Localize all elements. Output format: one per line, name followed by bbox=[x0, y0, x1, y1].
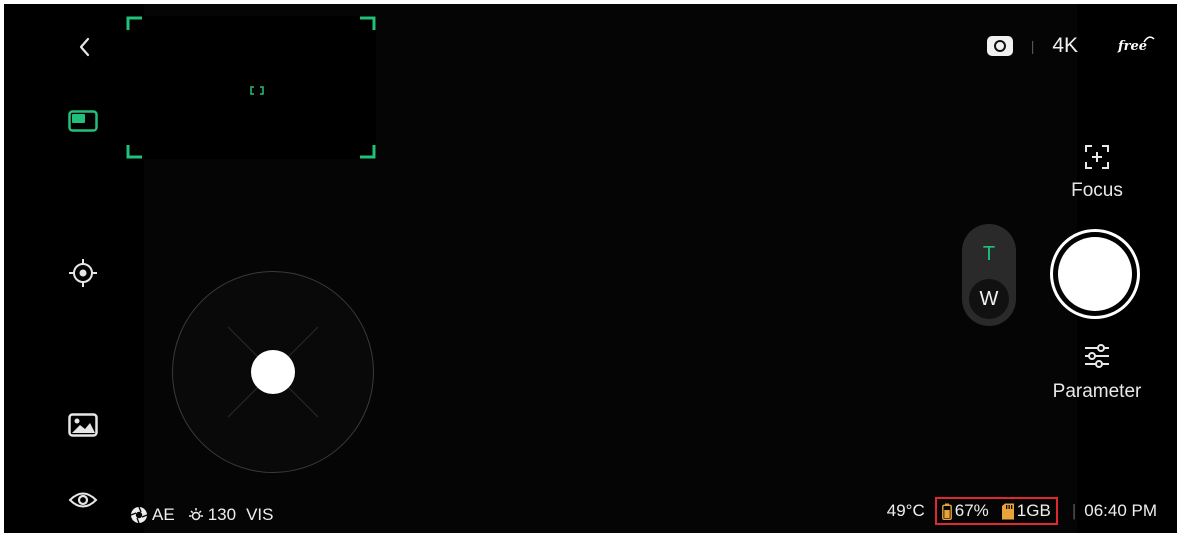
shutter-button[interactable] bbox=[1050, 229, 1140, 319]
aperture-icon bbox=[130, 506, 148, 524]
sd-card-icon bbox=[1001, 503, 1014, 519]
record-mode-icon[interactable] bbox=[986, 36, 1013, 56]
pip-view-icon[interactable] bbox=[66, 106, 100, 136]
separator: | bbox=[1030, 38, 1035, 54]
brightness-value[interactable]: 130 bbox=[208, 505, 236, 525]
focus-icon[interactable] bbox=[1082, 142, 1112, 172]
eye-icon[interactable] bbox=[66, 485, 100, 515]
gimbal-joystick[interactable] bbox=[172, 271, 374, 473]
resolution-label[interactable]: 4K bbox=[1052, 34, 1078, 58]
brightness-icon bbox=[188, 508, 203, 521]
separator: | bbox=[1071, 501, 1077, 520]
zoom-selector[interactable]: T W bbox=[962, 224, 1016, 326]
shutter-inner bbox=[1058, 237, 1132, 311]
viewfinder-brackets-icon bbox=[126, 16, 376, 159]
camera-screen: | 4K free Focus T W Parameter AE 130 VIS… bbox=[4, 4, 1177, 533]
back-icon[interactable] bbox=[70, 32, 100, 62]
status-bar-right: 49°C 67% 1GB | 06:40 PM bbox=[887, 497, 1157, 525]
brand-logo: free bbox=[1118, 35, 1155, 54]
focus-label[interactable]: Focus bbox=[1057, 180, 1137, 202]
temperature: 49°C bbox=[886, 501, 925, 520]
zoom-wide-button[interactable]: W bbox=[969, 279, 1009, 319]
gallery-icon[interactable] bbox=[66, 410, 100, 440]
battery-level: 67% bbox=[954, 501, 989, 520]
battery-icon bbox=[941, 503, 952, 520]
top-right-status: | 4K free bbox=[986, 34, 1155, 58]
spectrum-mode[interactable]: VIS bbox=[246, 505, 273, 525]
joystick-knob[interactable] bbox=[251, 350, 295, 394]
sliders-icon[interactable] bbox=[1080, 341, 1114, 371]
exposure-mode[interactable]: AE bbox=[152, 505, 175, 525]
minimap-view[interactable] bbox=[126, 16, 376, 159]
target-icon[interactable] bbox=[66, 256, 100, 290]
parameter-label[interactable]: Parameter bbox=[1040, 381, 1154, 403]
highlight-box: 67% 1GB bbox=[934, 497, 1058, 525]
storage-remaining: 1GB bbox=[1016, 501, 1051, 520]
zoom-tele-button[interactable]: T bbox=[967, 232, 1011, 276]
status-bar-left: AE 130 VIS bbox=[130, 505, 273, 525]
clock: 06:40 PM bbox=[1084, 501, 1157, 520]
